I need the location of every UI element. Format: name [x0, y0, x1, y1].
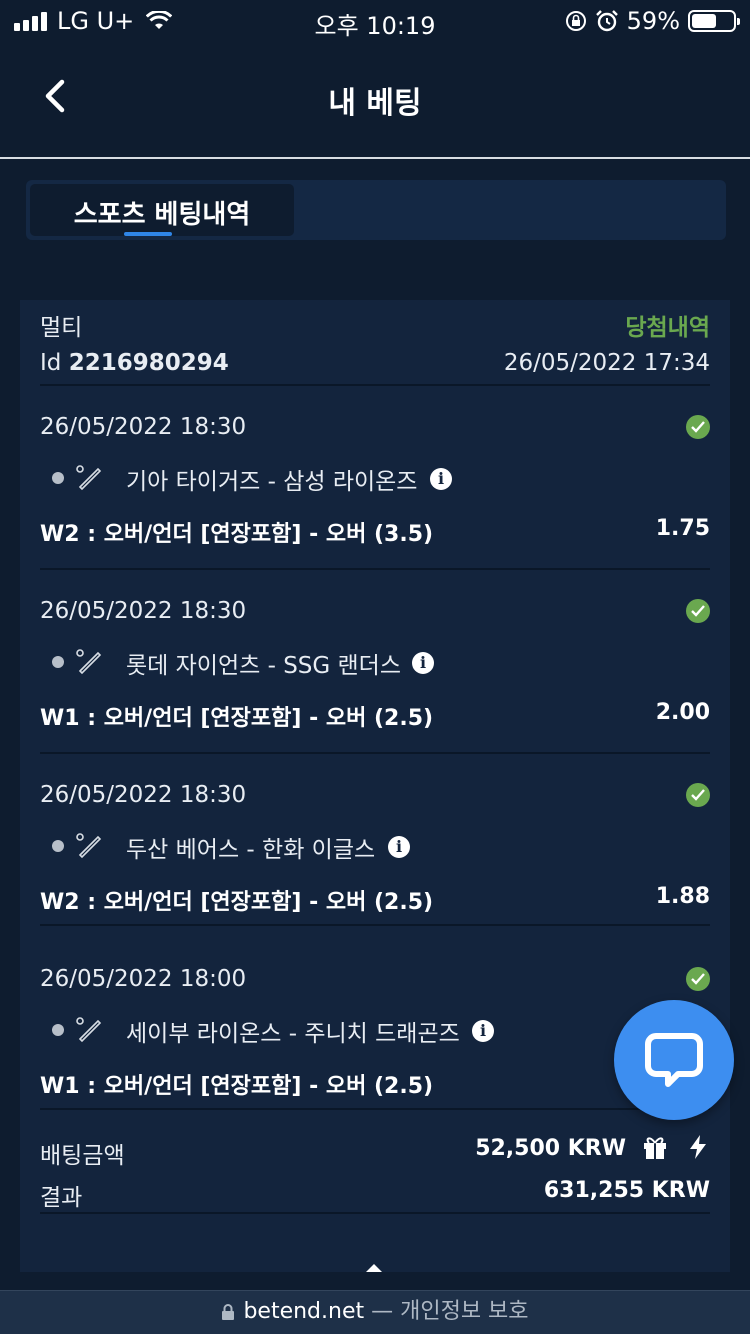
- divider: [40, 384, 710, 386]
- status-dot: [52, 1024, 64, 1036]
- status-right: 59%: [565, 7, 740, 35]
- info-icon[interactable]: i: [412, 652, 434, 674]
- selection-market: W1 : 오버/언더 [연장포함] - 오버 (2.5): [40, 1074, 434, 1099]
- won-check-icon: [686, 415, 710, 439]
- header: 내 베팅: [0, 40, 750, 158]
- stake-value: 52,500 KRW: [475, 1136, 626, 1161]
- selection-match: 롯데 자이언츠 - SSG 랜더스: [126, 653, 402, 679]
- selection-datetime: 26/05/2022 18:30: [40, 598, 247, 624]
- baseball-icon: [76, 833, 102, 859]
- header-divider: [0, 157, 750, 159]
- scroll-up-icon[interactable]: [366, 1264, 382, 1272]
- selection-match: 두산 베어스 - 한화 이글스: [126, 837, 376, 863]
- tab-bar: 스포츠 베팅내역: [26, 180, 726, 240]
- page-title: 내 베팅: [328, 86, 422, 121]
- rotation-lock-icon: [565, 11, 586, 31]
- url-domain: betend.net: [243, 1299, 365, 1324]
- selection-datetime: 26/05/2022 18:30: [40, 782, 247, 808]
- lock-icon: [222, 1304, 235, 1320]
- baseball-icon: [76, 1017, 102, 1043]
- divider: [40, 1108, 710, 1110]
- bet-type: 멀티: [40, 315, 83, 341]
- selection-odds: 2.00: [655, 700, 710, 725]
- selection-market: W2 : 오버/언더 [연장포함] - 오버 (2.5): [40, 890, 434, 915]
- divider: [40, 1212, 710, 1214]
- selection-match: 세이부 라이온스 - 주니치 드래곤즈: [126, 1021, 460, 1047]
- divider: [40, 568, 710, 570]
- won-check-icon: [686, 783, 710, 807]
- bet-status: 당첨내역: [625, 315, 710, 341]
- status-dot: [52, 656, 64, 668]
- alarm-icon: [595, 10, 618, 32]
- tab-label: 스포츠 베팅내역: [73, 200, 251, 230]
- won-check-icon: [686, 599, 710, 623]
- baseball-icon: [76, 465, 102, 491]
- url-bar[interactable]: betend.net — 개인정보 보호: [0, 1290, 750, 1334]
- status-bar: LG U+ 오후 10:19 59%: [0, 0, 750, 40]
- bet-card: 멀티 당첨내역 Id 2216980294 26/05/2022 17:34 2…: [20, 300, 730, 1272]
- bet-id-label: Id: [40, 350, 62, 376]
- privacy-label: — 개인정보 보호: [371, 1299, 529, 1324]
- info-icon[interactable]: i: [388, 836, 410, 858]
- lightning-icon[interactable]: [688, 1134, 708, 1160]
- info-icon[interactable]: i: [430, 468, 452, 490]
- selection-odds: 1.88: [655, 884, 710, 909]
- selection-odds: 1.75: [655, 516, 710, 541]
- active-tab-indicator: [124, 232, 172, 236]
- divider: [40, 752, 710, 754]
- selection-market: W2 : 오버/언더 [연장포함] - 오버 (3.5): [40, 522, 434, 547]
- won-check-icon: [686, 967, 710, 991]
- status-dot: [52, 472, 64, 484]
- tab-sports-bets[interactable]: 스포츠 베팅내역: [30, 184, 294, 236]
- status-dot: [52, 840, 64, 852]
- bet-placed-at: 26/05/2022 17:34: [503, 350, 710, 376]
- battery-percent: 59%: [626, 7, 680, 35]
- info-icon[interactable]: i: [472, 1020, 494, 1042]
- divider: [40, 924, 710, 926]
- selection-match: 기아 타이거즈 - 삼성 라이온즈: [126, 469, 418, 495]
- stake-label: 배팅금액: [40, 1143, 125, 1169]
- selection-datetime: 26/05/2022 18:30: [40, 414, 247, 440]
- live-chat-button[interactable]: [614, 1000, 734, 1120]
- result-value: 631,255 KRW: [543, 1178, 710, 1203]
- chat-icon: [645, 1033, 703, 1087]
- bet-id-value: 2216980294: [68, 350, 229, 376]
- bet-id: Id 2216980294: [40, 350, 229, 376]
- baseball-icon: [76, 649, 102, 675]
- selection-market: W1 : 오버/언더 [연장포함] - 오버 (2.5): [40, 706, 434, 731]
- selection-datetime: 26/05/2022 18:00: [40, 966, 247, 992]
- result-label: 결과: [40, 1185, 83, 1211]
- gift-icon[interactable]: [642, 1134, 668, 1160]
- battery-icon: [688, 10, 740, 32]
